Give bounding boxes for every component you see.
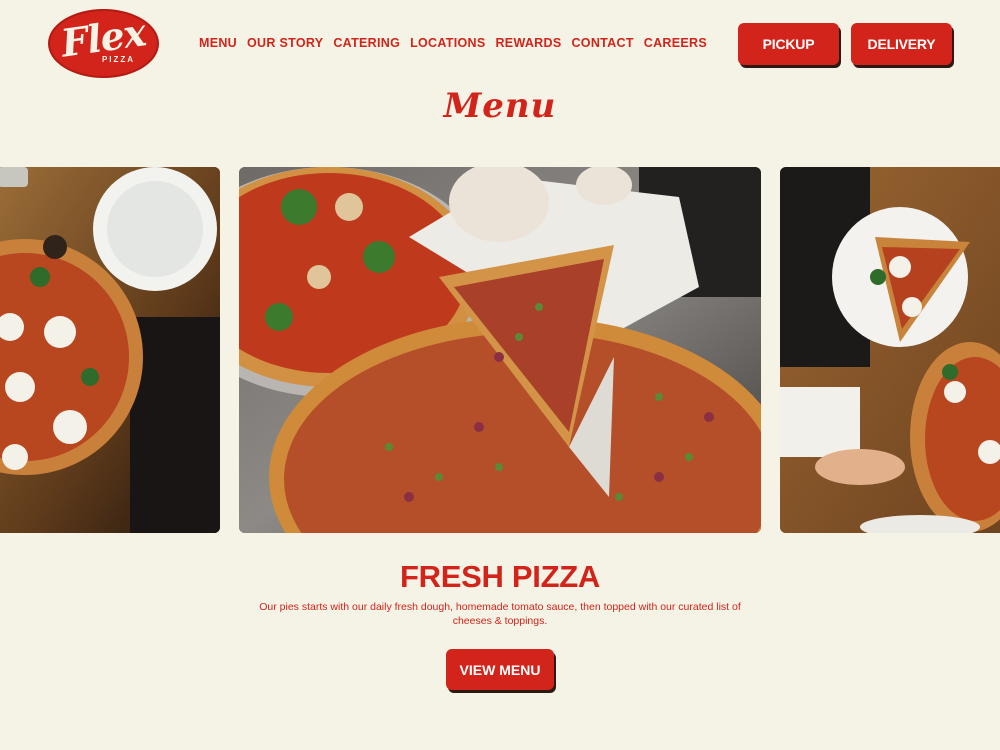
section-title: Menu [443,86,557,126]
carousel-slide-right[interactable] [780,167,1000,533]
nav-item-menu[interactable]: MENU [199,36,237,50]
feature-title: FRESH PIZZA [400,559,600,594]
carousel-slide-center[interactable] [239,167,761,533]
photo-carousel [0,167,1000,533]
nav-item-contact[interactable]: CONTACT [571,36,633,50]
pizza-photo-icon [239,167,761,533]
delivery-button[interactable]: DELIVERY [851,23,952,65]
pickup-button[interactable]: PICKUP [738,23,839,65]
view-menu-button[interactable]: VIEW MENU [446,649,554,690]
nav-item-catering[interactable]: CATERING [333,36,400,50]
site-header: Flex PIZZA MENU OUR STORY CATERING LOCAT… [0,0,1000,86]
nav-item-our-story[interactable]: OUR STORY [247,36,323,50]
feature-description: Our pies starts with our daily fresh dou… [259,601,741,627]
nav-item-locations[interactable]: LOCATIONS [410,36,485,50]
pizza-photo-icon [780,167,1000,533]
carousel-slide-left[interactable] [0,167,220,533]
nav-item-rewards[interactable]: REWARDS [495,36,561,50]
nav-item-careers[interactable]: CAREERS [644,36,707,50]
main-nav: MENU OUR STORY CATERING LOCATIONS REWARD… [199,36,707,50]
pizza-photo-icon [0,167,220,533]
logo-wordmark: Flex [58,9,149,66]
flex-pizza-logo[interactable]: Flex PIZZA [48,9,159,78]
